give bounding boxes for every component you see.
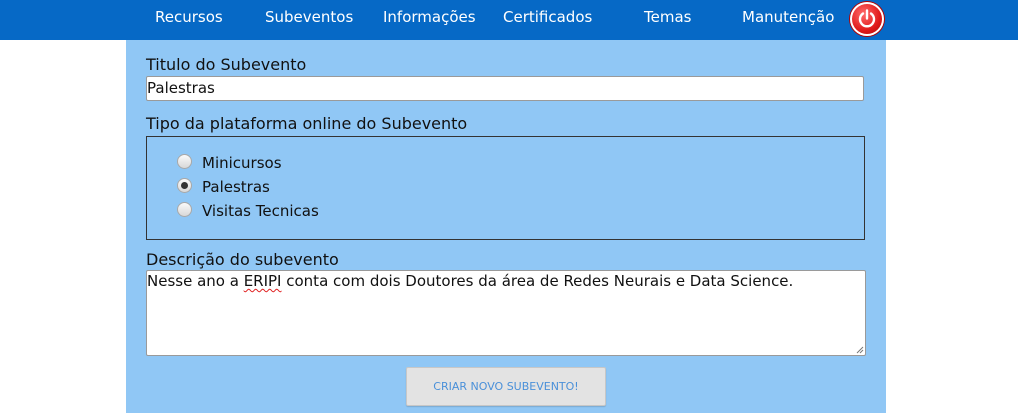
- description-textarea[interactable]: Nesse ano a ERIPI conta com dois Doutore…: [146, 270, 866, 356]
- radio-label: Palestras: [202, 178, 270, 196]
- nav-item-manutencao[interactable]: Manutenção: [742, 7, 834, 27]
- spellcheck-flagged-word: ERIPI: [243, 272, 282, 290]
- nav-item-subeventos[interactable]: Subeventos: [265, 7, 353, 27]
- nav-item-informacoes[interactable]: Informações: [383, 7, 476, 27]
- radio-label: Minicursos: [202, 154, 282, 172]
- nav-item-temas[interactable]: Temas: [644, 7, 691, 27]
- nav-item-certificados[interactable]: Certificados: [503, 7, 592, 27]
- radio-button[interactable]: [177, 202, 192, 217]
- logout-button[interactable]: [850, 2, 884, 36]
- power-icon: [858, 9, 876, 28]
- nav-item-recursos[interactable]: Recursos: [155, 7, 223, 27]
- platform-type-label: Tipo da plataforma online do Subevento: [146, 114, 468, 133]
- top-navigation-bar: Recursos Subeventos Informações Certific…: [0, 0, 1018, 40]
- radio-label: Visitas Tecnicas: [202, 202, 319, 220]
- title-field-label: Titulo do Subevento: [146, 55, 307, 74]
- create-subevent-button[interactable]: CRIAR NOVO SUBEVENTO!: [406, 367, 606, 406]
- radio-button[interactable]: [177, 154, 192, 169]
- description-text-end: conta com dois Doutores da área de Redes…: [281, 272, 794, 290]
- resize-grip-icon[interactable]: [856, 346, 864, 354]
- description-field-label: Descrição do subevento: [146, 250, 339, 269]
- radio-button-selected[interactable]: [177, 178, 192, 193]
- platform-type-fieldset: Minicursos Palestras Visitas Tecnicas: [146, 136, 865, 240]
- subevent-form-panel: Titulo do Subevento Palestras Tipo da pl…: [126, 40, 886, 413]
- title-input[interactable]: Palestras: [146, 76, 864, 101]
- description-text-start: Nesse ano a: [147, 272, 244, 290]
